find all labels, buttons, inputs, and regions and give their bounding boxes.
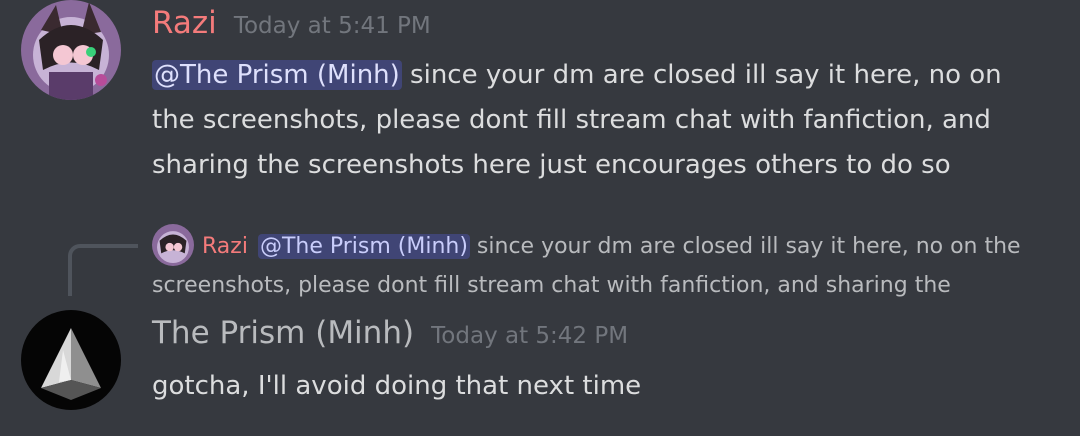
avatar-prism-icon[interactable] <box>21 310 121 410</box>
chat-log: Razi Today at 5:41 PM @The Prism (Minh) … <box>0 0 1080 436</box>
message-header: Razi Today at 5:41 PM <box>152 5 431 41</box>
reply-mention[interactable]: @The Prism (Minh) <box>257 234 470 259</box>
reply-preview[interactable]: Razi @The Prism (Minh) since your dm are … <box>152 224 1052 304</box>
timestamp: Today at 5:42 PM <box>431 323 629 349</box>
user-mention[interactable]: @The Prism (Minh) <box>152 60 402 90</box>
reply-spine <box>68 244 138 296</box>
timestamp: Today at 5:41 PM <box>233 13 431 39</box>
reply-avatar-icon <box>152 224 194 266</box>
message-content: @The Prism (Minh) since your dm are clos… <box>152 53 1052 188</box>
message-text: gotcha, I'll avoid doing that next time <box>152 371 642 401</box>
reply-username[interactable]: Razi <box>202 234 248 259</box>
message-content: gotcha, I'll avoid doing that next time <box>152 364 1052 409</box>
avatar-razi-icon[interactable] <box>21 0 121 100</box>
username[interactable]: The Prism (Minh) <box>152 315 414 351</box>
username[interactable]: Razi <box>152 5 217 41</box>
message-header: The Prism (Minh) Today at 5:42 PM <box>152 315 629 351</box>
